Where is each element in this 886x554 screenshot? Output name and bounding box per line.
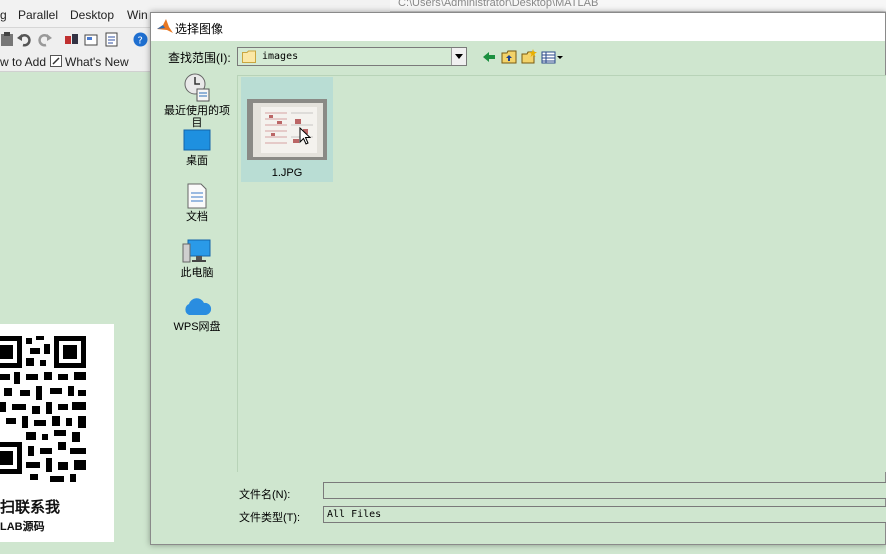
undo-icon[interactable] xyxy=(17,32,32,47)
shortcuts-bar: w to Add What's New xyxy=(0,52,150,72)
file-name-input[interactable] xyxy=(323,482,886,499)
paste-icon[interactable] xyxy=(0,32,15,47)
qr-code-image xyxy=(0,336,88,482)
menu-window[interactable]: Win xyxy=(127,8,148,22)
menu-parallel[interactable]: Parallel xyxy=(18,8,58,22)
menu-debug[interactable]: g xyxy=(0,8,7,22)
file-list-view[interactable]: 1.JPG xyxy=(237,75,886,472)
background-window-path: C:\Users\Administrator\Desktop\MATLAB xyxy=(398,0,599,9)
file-type-select[interactable]: All Files xyxy=(323,506,886,523)
help-icon[interactable]: ? xyxy=(133,32,148,47)
profiler-icon[interactable] xyxy=(104,32,119,47)
select-image-dialog: 选择图像 查找范围(I): images 最近使用的项目 桌面 文档 此电脑 W… xyxy=(150,12,886,545)
promo-line2: LAB源码 xyxy=(0,521,45,533)
place-wps-cloud[interactable]: WPS网盘 xyxy=(159,295,235,333)
recent-items-icon xyxy=(184,73,210,102)
promo-line1: 扫联系我 xyxy=(0,499,61,516)
cloud-drive-icon xyxy=(185,298,212,315)
place-this-pc-label: 此电脑 xyxy=(180,267,214,279)
mouse-cursor-icon xyxy=(299,127,311,145)
qr-promo-card: 扫联系我 LAB源码 xyxy=(0,324,114,542)
whats-new-icon xyxy=(50,55,62,67)
shortcut-add-link[interactable]: w to Add xyxy=(0,55,46,69)
place-recent-label: 最近使用的项目 xyxy=(164,105,230,129)
place-documents[interactable]: 文档 xyxy=(159,183,235,223)
svg-text:?: ? xyxy=(138,36,143,47)
matlab-toolbar: ? xyxy=(0,28,150,52)
place-this-pc[interactable]: 此电脑 xyxy=(159,239,235,279)
dialog-title: 选择图像 xyxy=(175,22,224,36)
file-type-field-label: 文件类型(T): xyxy=(239,512,301,524)
place-desktop-label: 桌面 xyxy=(186,155,208,167)
background-window-title: C:\Users\Administrator\Desktop\MATLAB xyxy=(390,0,886,12)
matlab-logo-icon xyxy=(157,19,173,33)
guide-icon[interactable] xyxy=(84,32,99,47)
menu-desktop[interactable]: Desktop xyxy=(70,8,114,22)
look-in-combobox[interactable]: images xyxy=(237,47,467,66)
this-pc-icon xyxy=(182,239,211,263)
new-folder-icon[interactable] xyxy=(521,49,537,65)
back-icon[interactable] xyxy=(481,49,497,65)
file-item[interactable]: 1.JPG xyxy=(241,77,333,182)
look-in-value: images xyxy=(262,51,299,62)
documents-icon xyxy=(187,183,207,209)
file-name-field-label: 文件名(N): xyxy=(239,489,291,501)
shortcut-whats-new-link[interactable]: What's New xyxy=(65,55,129,69)
places-sidebar: 最近使用的项目 桌面 文档 此电脑 WPS网盘 xyxy=(159,73,235,473)
desktop-icon xyxy=(183,129,211,151)
file-type-value: All Files xyxy=(327,509,382,520)
chevron-down-icon[interactable] xyxy=(451,48,466,65)
view-menu-icon[interactable] xyxy=(541,49,565,65)
look-in-label: 查找范围(I): xyxy=(168,51,231,65)
place-recent[interactable]: 最近使用的项目 xyxy=(159,73,235,129)
folder-icon xyxy=(242,50,256,63)
up-folder-icon[interactable] xyxy=(501,49,517,65)
place-desktop[interactable]: 桌面 xyxy=(159,129,235,167)
simulink-icon[interactable] xyxy=(64,32,79,47)
dialog-titlebar[interactable]: 选择图像 xyxy=(151,13,885,41)
file-thumbnail-image xyxy=(247,99,327,160)
place-wps-cloud-label: WPS网盘 xyxy=(173,321,221,333)
place-documents-label: 文档 xyxy=(186,211,208,223)
redo-icon[interactable] xyxy=(37,32,52,47)
file-name-label: 1.JPG xyxy=(271,167,303,179)
